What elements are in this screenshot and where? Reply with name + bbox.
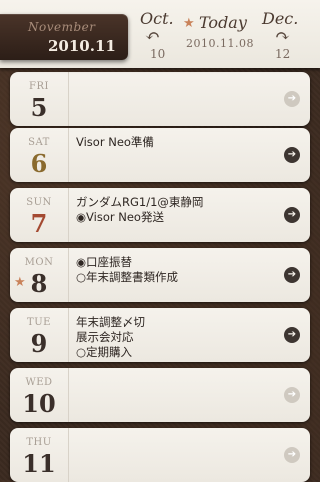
header-bar: November 2010.11 Oct. ↶ 10 ★ Today 2010.… [0,0,320,68]
day-number: 5 [30,93,48,122]
date-column: WED 10 [10,368,69,422]
event-item: ○年末調整書類作成 [76,270,179,284]
chevron-right-icon[interactable]: ➔ [284,207,300,223]
star-icon: ★ [183,16,195,31]
day-number: 10 [22,389,56,418]
day-card[interactable]: SAT 6 Visor Neo準備 ➔ [10,128,310,182]
next-month-number[interactable]: 12 [275,47,290,61]
month-tag: November 2010.11 [0,14,128,60]
day-number: 9 [30,329,48,358]
event-item: ◉口座振替 [76,255,133,269]
event-item: Visor Neo準備 [76,135,154,149]
chevron-right-icon[interactable]: ➔ [284,387,300,403]
chevron-right-icon[interactable]: ➔ [284,447,300,463]
event-list: ガンダムRG1/1@東静岡 ◉Visor Neo発送 [76,195,276,225]
month-name: November [28,20,96,34]
day-of-week: MON [24,257,54,268]
date-column: FRI 5 [10,72,69,126]
day-card[interactable]: MON 8 ◉口座振替 ○年末調整書類作成 ➔ [10,248,310,302]
date-column: TUE 9 [10,308,69,362]
day-number: 6 [30,149,48,178]
date-column: SAT 6 [10,128,69,182]
day-of-week: TUE [27,317,51,328]
event-item: 展示会対応 [76,330,134,344]
event-list: ◉口座振替 ○年末調整書類作成 [76,255,276,285]
day-number: 11 [22,449,56,478]
prev-month-number[interactable]: 10 [150,47,165,61]
day-card[interactable]: TUE 9 年末調整〆切 展示会対応 ○定期購入 ➔ [10,308,310,362]
day-card[interactable]: WED 10 ➔ [10,368,310,422]
today-star-icon: ★ [14,275,26,290]
day-of-week: WED [25,377,53,388]
event-item: ガンダムRG1/1@東静岡 [76,195,204,209]
chevron-right-icon[interactable]: ➔ [284,267,300,283]
day-of-week: SAT [28,137,50,148]
date-column: THU 11 [10,428,69,482]
day-card[interactable]: FRI 5 ➔ [10,72,310,126]
day-number: 7 [30,209,48,238]
event-list: Visor Neo準備 [76,135,276,150]
day-of-week: FRI [29,81,49,92]
day-of-week: SUN [26,197,52,208]
today-date: 2010.11.08 [186,37,254,50]
event-item: 年末調整〆切 [76,315,145,329]
day-of-week: THU [26,437,52,448]
arrow-right-icon[interactable]: ↷ [275,28,290,46]
arrow-left-icon[interactable]: ↶ [145,28,160,46]
event-item: ○定期購入 [76,345,133,359]
day-card[interactable]: SUN 7 ガンダムRG1/1@東静岡 ◉Visor Neo発送 ➔ [10,188,310,242]
day-list: FRI 5 ➔ SAT 6 Visor Neo準備 ➔ SUN 7 ガンダムRG1/1@東静岡 ◉V… [0,0,320,482]
today-button[interactable]: Today [199,13,247,32]
date-column: SUN 7 [10,188,69,242]
chevron-right-icon[interactable]: ➔ [284,147,300,163]
chevron-right-icon[interactable]: ➔ [284,91,300,107]
event-item: ◉Visor Neo発送 [76,210,164,224]
chevron-right-icon[interactable]: ➔ [284,327,300,343]
current-month-date: 2010.11 [48,37,116,55]
day-card[interactable]: THU 11 ➔ [10,428,310,482]
event-list: 年末調整〆切 展示会対応 ○定期購入 [76,315,276,360]
